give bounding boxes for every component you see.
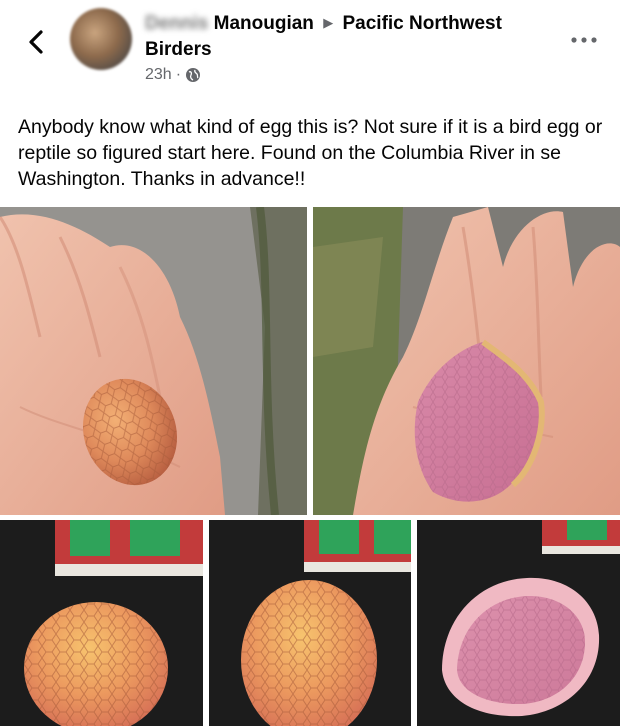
- globe-icon: [186, 68, 201, 82]
- arrow-right-icon: ▶: [323, 15, 334, 30]
- post-meta: 23h ·: [145, 66, 201, 84]
- photo-egg-closeup-left[interactable]: [0, 520, 203, 726]
- avatar[interactable]: [70, 8, 132, 70]
- photo-egg-closeup-center-image: [209, 520, 411, 726]
- back-chevron-icon: [29, 30, 43, 54]
- post-time[interactable]: 23h: [145, 66, 172, 84]
- photo-egg-in-hand[interactable]: [0, 207, 307, 515]
- author-first-name-blurred[interactable]: Dennis: [145, 11, 208, 37]
- photo-shell-closeup[interactable]: [417, 520, 620, 726]
- photo-egg-in-hand-image: [0, 207, 307, 515]
- more-options-button[interactable]: [566, 28, 602, 52]
- photo-egg-closeup-center[interactable]: [209, 520, 411, 726]
- photo-egg-closeup-left-image: [0, 520, 203, 726]
- post-text: Anybody know what kind of egg this is? N…: [18, 116, 603, 190]
- meta-separator: ·: [175, 66, 182, 83]
- photo-shell-in-hand[interactable]: [313, 207, 620, 515]
- photo-shell-in-hand-image: [313, 207, 620, 515]
- back-button[interactable]: [20, 26, 52, 58]
- photo-shell-closeup-image: [417, 520, 620, 726]
- author-name[interactable]: Manougian: [214, 13, 314, 34]
- more-dots-icon: [571, 37, 597, 43]
- post-header: Dennis Manougian ▶ Pacific Northwest Bir…: [0, 0, 620, 96]
- post-author-line: Dennis Manougian ▶ Pacific Northwest Bir…: [145, 10, 565, 63]
